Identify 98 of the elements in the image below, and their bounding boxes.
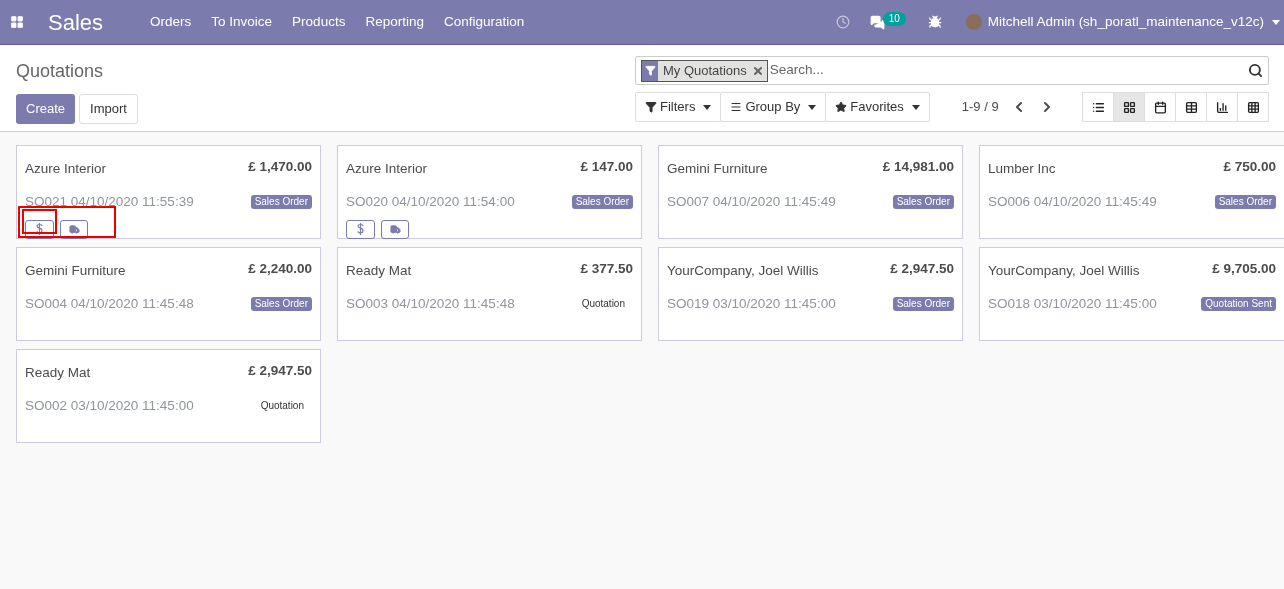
view-switch-button[interactable] xyxy=(1175,92,1207,122)
activity-icon[interactable] xyxy=(835,15,850,29)
search-dropdown-button[interactable]: Group By xyxy=(720,92,827,122)
invoice-button[interactable] xyxy=(25,219,54,239)
customer-name: Azure Interior xyxy=(346,160,428,178)
order-reference: SO002 03/10/2020 11:45:00 xyxy=(25,397,194,416)
list-view-icon xyxy=(1091,100,1105,114)
view-switch-button[interactable] xyxy=(1237,92,1269,122)
customer-name: Lumber Inc xyxy=(988,160,1056,178)
graph-view-icon xyxy=(1215,100,1229,114)
order-amount: £ 2,947.50 xyxy=(890,260,954,278)
quotation-card[interactable]: Ready Mat £ 377.50 SO003 04/10/2020 11:45:48 Quotation xyxy=(337,247,642,341)
pivot-view-icon xyxy=(1184,100,1198,114)
dollar-icon xyxy=(357,223,364,235)
customer-name: Gemini Furniture xyxy=(25,262,126,280)
customer-name: YourCompany, Joel Willis xyxy=(667,262,819,280)
quotation-card[interactable]: Gemini Furniture £ 14,981.00 SO007 04/10/2020 11:45:49 Sales Order xyxy=(658,145,963,239)
status-label: Quotation xyxy=(580,297,626,312)
order-reference: SO003 04/10/2020 11:45:48 xyxy=(346,295,515,314)
close-icon[interactable] xyxy=(751,64,764,77)
caret-icon xyxy=(911,104,920,110)
search-icon[interactable] xyxy=(1248,63,1263,78)
search-dropdown-button[interactable]: Filters xyxy=(635,92,722,122)
quotation-card[interactable]: Gemini Furniture £ 2,240.00 SO004 04/10/2020 11:45:48 Sales Order xyxy=(16,247,321,341)
order-amount: £ 2,240.00 xyxy=(248,260,312,278)
order-amount: £ 377.50 xyxy=(580,260,633,278)
order-amount: £ 750.00 xyxy=(1223,158,1276,176)
apps-menu-icon[interactable] xyxy=(10,15,24,29)
message-count-badge: 10 xyxy=(882,12,906,26)
kanban-view-icon xyxy=(1122,100,1136,114)
customer-name: Ready Mat xyxy=(346,262,412,280)
filter-icon xyxy=(644,65,656,76)
star-icon xyxy=(835,101,848,113)
group-icon xyxy=(730,101,743,113)
pager-value: 1-9 / 9 xyxy=(961,98,999,117)
truck-icon xyxy=(68,223,80,235)
grid-view-icon xyxy=(1246,100,1260,114)
order-reference: SO019 03/10/2020 11:45:00 xyxy=(667,295,836,314)
status-label: Sales Order xyxy=(892,297,954,312)
calendar-view-icon xyxy=(1153,100,1167,114)
order-amount: £ 9,705.00 xyxy=(1212,260,1276,278)
status-label: Sales Order xyxy=(1214,195,1276,210)
quotation-card[interactable]: YourCompany, Joel Willis £ 9,705.00 SO018 03/10/2020 11:45:00 Quotation Sent xyxy=(979,247,1284,341)
customer-name: Gemini Furniture xyxy=(667,160,768,178)
import-button[interactable]: Import xyxy=(79,94,138,124)
filter-facet[interactable]: My Quotations xyxy=(641,59,768,82)
debug-icon[interactable] xyxy=(927,15,942,29)
view-switch-button[interactable] xyxy=(1144,92,1176,122)
filter-icon xyxy=(645,101,657,113)
order-reference: SO007 04/10/2020 11:45:49 xyxy=(667,193,836,212)
delivery-button[interactable] xyxy=(60,219,88,239)
caret-icon xyxy=(808,104,817,110)
quotation-card[interactable]: Azure Interior £ 1,470.00 SO021 04/10/2020 11:55:39 Sales Order xyxy=(16,145,321,239)
search-input[interactable]: Search... xyxy=(769,60,1248,81)
view-switch-button[interactable] xyxy=(1082,92,1114,122)
delivery-button[interactable] xyxy=(381,219,409,239)
facet-label: My Quotations xyxy=(662,61,748,80)
search-dropdown-button[interactable]: Favorites xyxy=(825,92,930,122)
order-amount: £ 1,470.00 xyxy=(248,158,312,176)
view-switch-button[interactable] xyxy=(1113,92,1145,122)
status-label: Quotation xyxy=(259,399,305,414)
order-reference: SO018 03/10/2020 11:45:00 xyxy=(988,295,1157,314)
menu-item[interactable]: Orders xyxy=(150,11,192,33)
customer-name: Azure Interior xyxy=(25,160,107,178)
invoice-button[interactable] xyxy=(346,219,375,239)
quotation-card[interactable]: Lumber Inc £ 750.00 SO006 04/10/2020 11:45:49 Sales Order xyxy=(979,145,1284,239)
menu-item[interactable]: To Invoice xyxy=(211,11,273,33)
order-amount: £ 14,981.00 xyxy=(882,158,954,176)
status-label: Sales Order xyxy=(892,195,954,210)
quotation-card[interactable]: YourCompany, Joel Willis £ 2,947.50 SO019 03/10/2020 11:45:00 Sales Order xyxy=(658,247,963,341)
customer-name: Ready Mat xyxy=(25,364,91,382)
user-menu[interactable]: Mitchell Admin (sh_poratl_maintenance_v12c) xyxy=(987,11,1264,33)
search-field[interactable]: My Quotations Search... xyxy=(635,56,1269,85)
menu-item[interactable]: Products xyxy=(292,11,346,33)
status-label: Sales Order xyxy=(250,297,312,312)
order-reference: SO006 04/10/2020 11:45:49 xyxy=(988,193,1157,212)
order-amount: £ 2,947.50 xyxy=(248,362,312,380)
order-reference: SO020 04/10/2020 11:54:00 xyxy=(346,193,515,212)
page-title: Quotations xyxy=(16,60,105,83)
messages-icon[interactable] xyxy=(869,14,885,30)
status-label: Quotation Sent xyxy=(1201,297,1276,312)
truck-icon xyxy=(389,223,401,235)
status-label: Sales Order xyxy=(571,195,633,210)
create-button[interactable]: Create xyxy=(16,94,76,124)
order-reference: SO004 04/10/2020 11:45:48 xyxy=(25,295,194,314)
customer-name: YourCompany, Joel Willis xyxy=(988,262,1140,280)
view-switch-button[interactable] xyxy=(1206,92,1238,122)
dollar-icon xyxy=(36,223,43,235)
quotation-card[interactable]: Azure Interior £ 147.00 SO020 04/10/2020 11:54:00 Sales Order xyxy=(337,145,642,239)
quotation-card[interactable]: Ready Mat £ 2,947.50 SO002 03/10/2020 11:45:00 Quotation xyxy=(16,349,321,443)
order-reference: SO021 04/10/2020 11:55:39 xyxy=(25,193,194,212)
menu-item[interactable]: Configuration xyxy=(443,11,525,33)
menu-item[interactable]: Reporting xyxy=(365,11,424,33)
caret-icon xyxy=(703,104,712,110)
app-title: Sales xyxy=(48,8,104,37)
order-amount: £ 147.00 xyxy=(580,158,633,176)
caret-icon xyxy=(1272,19,1280,25)
status-label: Sales Order xyxy=(250,195,312,210)
